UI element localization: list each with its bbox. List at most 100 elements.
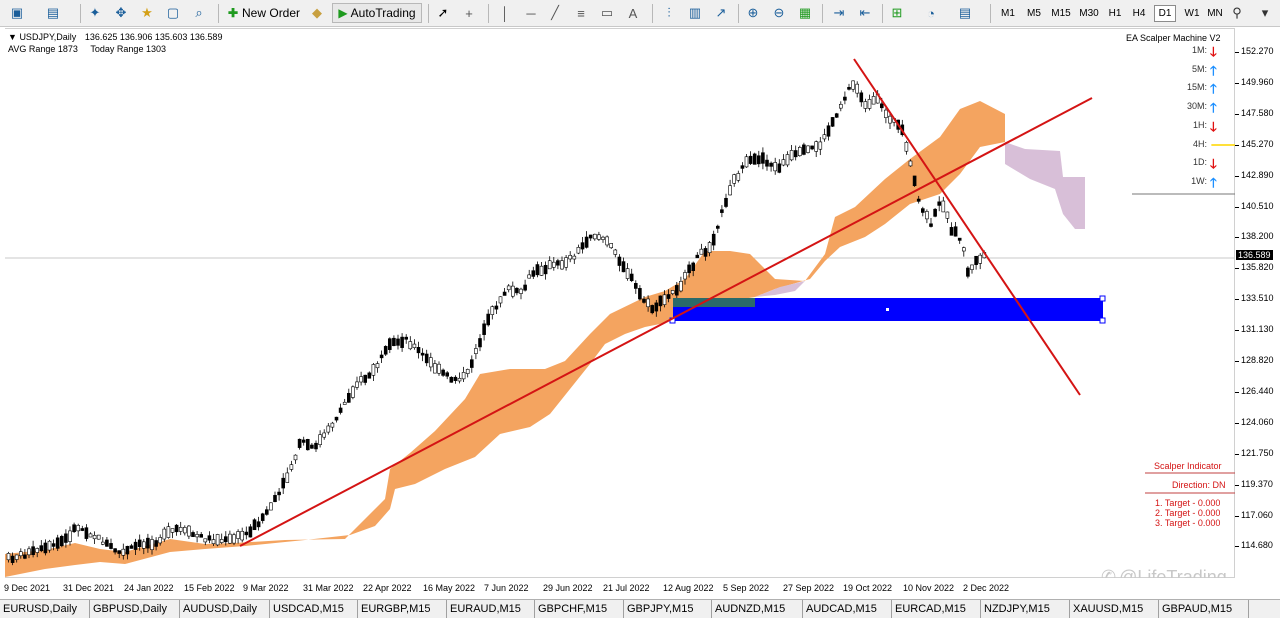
navigator-icon[interactable]: ★: [138, 4, 156, 22]
autoscroll-icon[interactable]: ⇤: [856, 4, 874, 22]
tester-icon[interactable]: ⌕: [190, 4, 208, 22]
candle-body: [961, 247, 966, 252]
candle-body: [752, 153, 757, 165]
scalper-title: Scalper Indicator: [1154, 461, 1222, 471]
candle-body: [761, 152, 765, 164]
chart-tab[interactable]: NZDJPY,M15: [981, 600, 1070, 618]
fibonacci-icon[interactable]: ▭: [598, 4, 616, 22]
auto-trading-button[interactable]: ▶ AutoTrading: [332, 3, 422, 23]
candle-body: [818, 141, 823, 150]
chart-tab[interactable]: AUDNZD,M15: [712, 600, 803, 618]
candle-body: [174, 524, 179, 533]
timeframe-m30[interactable]: M30: [1076, 5, 1102, 22]
candle-body: [728, 185, 732, 196]
candle-body: [974, 255, 978, 265]
chart-tab[interactable]: EURUSD,Daily: [0, 600, 90, 618]
candle-body: [55, 537, 60, 549]
chart-tab[interactable]: EURCAD,M15: [892, 600, 981, 618]
profiles-icon[interactable]: ▤: [44, 4, 62, 22]
horizontal-line-icon[interactable]: ─: [522, 4, 540, 22]
indicators-icon[interactable]: ⊞: [888, 4, 906, 22]
candle-body: [252, 519, 257, 531]
crosshair-icon[interactable]: ✥: [112, 4, 130, 22]
candle-body: [806, 145, 810, 153]
chart-tab[interactable]: EURGBP,M15: [358, 600, 447, 618]
time-tick-label: 2 Dec 2022: [963, 583, 1010, 593]
timeframe-h1[interactable]: H1: [1104, 5, 1126, 22]
chart-tab[interactable]: GBPUSD,Daily: [90, 600, 180, 618]
crosshair-tool-icon[interactable]: +: [460, 4, 478, 22]
timeframe-m1[interactable]: M1: [996, 5, 1020, 22]
chart-tab[interactable]: USDCAD,M15: [270, 600, 358, 618]
price-axis[interactable]: 152.270 149.960 147.580 145.270 142.890 140.5…: [1235, 28, 1280, 578]
trendline-icon[interactable]: ╱: [546, 4, 564, 22]
zone-center-handle[interactable]: [886, 308, 889, 311]
chevron-down-icon[interactable]: ▾: [1256, 4, 1274, 22]
candlestick-icon[interactable]: ▥: [686, 4, 704, 22]
equidistant-channel-icon[interactable]: ≡: [572, 4, 590, 22]
candle-body: [474, 348, 478, 354]
search-icon[interactable]: ⚲: [1228, 4, 1246, 22]
candle-body: [142, 541, 146, 549]
candle-body: [207, 535, 212, 541]
candle-body: [158, 537, 162, 544]
zoom-out-icon[interactable]: ⊖: [770, 4, 788, 22]
timeframe-d1[interactable]: D1: [1154, 5, 1176, 22]
toolbar: ▣ ▤ ✦ ✥ ★ ▢ ⌕ ✚ New Order ◆ ▶ AutoTradin…: [0, 0, 1280, 27]
chart-tab[interactable]: XAUUSD,M15: [1070, 600, 1159, 618]
candle-body: [769, 162, 773, 167]
chart-tab[interactable]: EURAUD,M15: [447, 600, 535, 618]
metaeditor-icon[interactable]: ◆: [308, 4, 326, 22]
timeframe-w1[interactable]: W1: [1180, 5, 1204, 22]
candle-body: [916, 198, 921, 202]
candle-body: [580, 242, 585, 250]
candle-body: [310, 444, 314, 449]
candle-body: [10, 555, 15, 563]
timeframe-m5[interactable]: M5: [1022, 5, 1046, 22]
zoom-in-icon[interactable]: ⊕: [744, 4, 762, 22]
candle-body: [838, 103, 843, 109]
ea-timeframe-label: 1H:: [1192, 119, 1207, 130]
zone-handle-bottom-right[interactable]: [1099, 317, 1106, 324]
price-tick-label: 128.820: [1241, 355, 1274, 365]
candle-body: [773, 162, 778, 172]
chart-shift-icon[interactable]: ⇥: [830, 4, 848, 22]
timeframe-h4[interactable]: H4: [1128, 5, 1150, 22]
header-triangle-icon: ▼: [8, 32, 17, 42]
vertical-line-icon[interactable]: │: [496, 4, 514, 22]
price-chart-canvas[interactable]: [5, 29, 1235, 579]
chart-tab[interactable]: GBPCHF,M15: [535, 600, 624, 618]
chart-tab[interactable]: GBPJPY,M15: [624, 600, 712, 618]
candle-body: [437, 363, 441, 374]
candle-body: [88, 533, 93, 538]
chart-tab[interactable]: GBPAUD,M15: [1159, 600, 1249, 618]
market-watch-icon[interactable]: ✦: [86, 4, 104, 22]
candle-body: [150, 539, 154, 550]
templates-icon[interactable]: ▤: [956, 4, 974, 22]
text-tool-icon[interactable]: A: [624, 4, 642, 22]
candle-body: [400, 336, 404, 348]
periods-icon[interactable]: ◔: [922, 4, 940, 22]
timeframe-mn[interactable]: MN: [1206, 5, 1224, 22]
timeframe-m15[interactable]: M15: [1048, 5, 1074, 22]
line-chart-icon[interactable]: ↗: [712, 4, 730, 22]
tile-windows-icon[interactable]: ▦: [796, 4, 814, 22]
cursor-icon[interactable]: ➚: [434, 4, 452, 22]
price-tick-label: 131.130: [1241, 324, 1274, 335]
bar-chart-icon[interactable]: ⫶: [660, 4, 678, 22]
today-range: Today Range 1303: [90, 44, 166, 54]
candle-body: [84, 527, 89, 539]
zone-handle-top-right[interactable]: [1099, 295, 1106, 302]
chart-area[interactable]: ▼ USDJPY,Daily 136.625 136.906 135.603 1…: [5, 28, 1245, 587]
price-tick: [1235, 144, 1239, 146]
new-order-button[interactable]: ✚ New Order: [226, 3, 302, 23]
chart-tab[interactable]: AUDCAD,M15: [803, 600, 892, 618]
new-chart-icon[interactable]: ▣: [8, 4, 26, 22]
price-tick: [1235, 453, 1239, 455]
price-tick: [1235, 82, 1239, 84]
uptrend-line[interactable]: [239, 97, 1093, 547]
terminal-icon[interactable]: ▢: [164, 4, 182, 22]
time-axis[interactable]: 9 Dec 2021 31 Dec 2021 24 Jan 2022 15 Feb 2…: [0, 578, 1235, 598]
candle-body: [244, 531, 249, 536]
chart-tab[interactable]: AUDUSD,Daily: [180, 600, 270, 618]
